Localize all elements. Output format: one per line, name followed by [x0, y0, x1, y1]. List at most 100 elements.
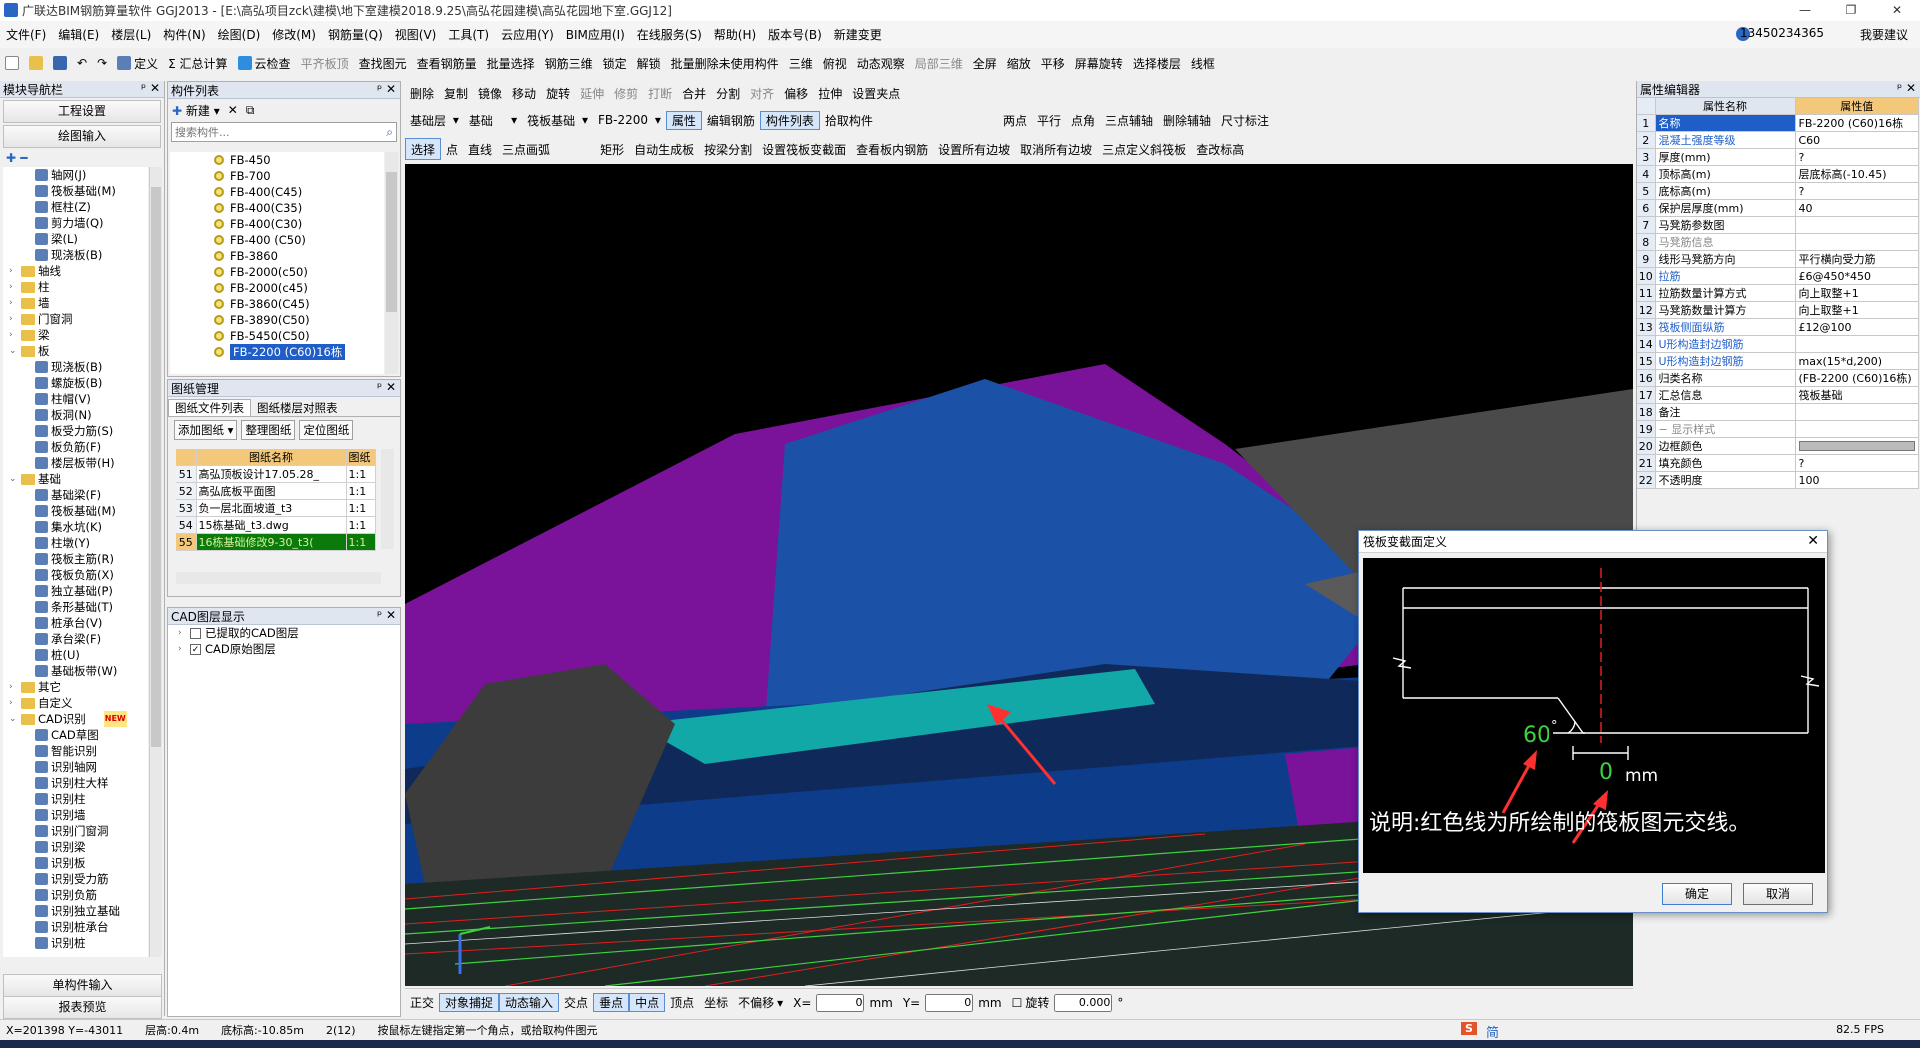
point-button[interactable]: 点 — [441, 141, 463, 158]
menu-bim[interactable]: BIM应用(I) — [560, 26, 631, 43]
ime-mode[interactable]: 简 — [1486, 1022, 1499, 1041]
nav-tree-item[interactable]: 板洞(N) — [3, 407, 148, 423]
offset-select[interactable]: 不偏移 ▾ — [733, 994, 788, 1011]
3d-view-button[interactable]: 三维 — [784, 55, 818, 72]
split-button[interactable]: 分割 — [711, 85, 745, 102]
component-list-item[interactable]: FB-2200 (C60)16栋 — [214, 344, 384, 360]
floor-select[interactable]: 基础层 ▾ — [405, 112, 464, 129]
expand-icon[interactable]: › — [9, 295, 18, 311]
nav-tree-item[interactable]: 板负筋(F) — [3, 439, 148, 455]
type-select[interactable]: 筏板基础 ▾ — [522, 112, 593, 129]
nav-tree-item[interactable]: 楼层板带(H) — [3, 455, 148, 471]
expand-icon[interactable]: › — [9, 695, 18, 711]
check-elevation-button[interactable]: 查改标高 — [1191, 141, 1249, 158]
extracted-cad-layer-item[interactable]: › 已提取的CAD图层 — [168, 625, 400, 641]
nav-tree-item[interactable]: 轴网(J) — [3, 167, 148, 183]
redo-icon[interactable]: ↷ — [92, 56, 112, 70]
property-row[interactable]: 2 混凝土强度等级 C60 — [1637, 131, 1919, 149]
property-value[interactable]: 平行横向受力筋 — [1795, 250, 1919, 268]
menu-rebar[interactable]: 钢筋量(Q) — [322, 26, 389, 43]
nav-tree-item[interactable]: 条形基础(T) — [3, 599, 148, 615]
dimension-button[interactable]: 尺寸标注 — [1216, 112, 1274, 129]
menu-new-change[interactable]: 新建变更 — [828, 26, 888, 43]
nav-tree-item[interactable]: 识别桩承台 — [3, 919, 148, 935]
pick-component-button[interactable]: 拾取构件 — [820, 112, 878, 129]
nav-tree-item[interactable]: › 自定义 — [3, 695, 148, 711]
component-list-item[interactable]: FB-400(C30) — [214, 216, 384, 232]
drawing-input-button[interactable]: 绘图输入 — [3, 125, 161, 148]
angle-input[interactable] — [1523, 723, 1549, 748]
copy-button[interactable]: 复制 — [439, 85, 473, 102]
pin-icon[interactable]: ᵖ ✕ — [377, 82, 396, 96]
nav-tree-item[interactable]: › 轴线 — [3, 263, 148, 279]
menu-version[interactable]: 版本号(B) — [762, 26, 828, 43]
property-row[interactable]: 4 顶标高(m) 层底标高(-10.45) — [1637, 165, 1919, 183]
expand-icon[interactable]: › — [9, 311, 18, 327]
nav-scrollbar[interactable] — [149, 167, 162, 957]
align-top-button[interactable]: 平齐板顶 — [296, 55, 354, 72]
property-value[interactable] — [1795, 420, 1919, 438]
property-value[interactable]: 筏板基础 — [1795, 386, 1919, 404]
expand-icon[interactable]: › — [9, 279, 18, 295]
unlock-button[interactable]: 解锁 — [632, 55, 666, 72]
set-all-slopes-button[interactable]: 设置所有边坡 — [933, 141, 1015, 158]
nav-tree-item[interactable]: ⌄ 板 — [3, 343, 148, 359]
nav-tree-item[interactable]: 独立基础(P) — [3, 583, 148, 599]
collapse-icon[interactable]: ⌄ — [9, 343, 18, 359]
nav-tree-item[interactable]: › 门窗洞 — [3, 311, 148, 327]
add-drawing-button[interactable]: 添加图纸 ▾ — [174, 419, 238, 440]
property-row[interactable]: 22 不透明度 100 — [1637, 471, 1919, 489]
offset-input[interactable] — [1599, 760, 1619, 785]
ortho-toggle[interactable]: 正交 — [405, 994, 439, 1011]
component-list-item[interactable]: FB-700 — [214, 168, 384, 184]
nav-tree-item[interactable]: 框柱(Z) — [3, 199, 148, 215]
delete-button[interactable]: 删除 — [405, 85, 439, 102]
component-scrollbar[interactable] — [385, 152, 398, 374]
wireframe-button[interactable]: 线框 — [1186, 55, 1220, 72]
move-button[interactable]: 移动 — [507, 85, 541, 102]
menu-component[interactable]: 构件(N) — [157, 26, 211, 43]
nav-tree-item[interactable]: ⌄ 基础 — [3, 471, 148, 487]
zoom-button[interactable]: 缩放 — [1002, 55, 1036, 72]
menu-cloud[interactable]: 云应用(Y) — [495, 26, 560, 43]
restore-button[interactable]: ❐ — [1828, 0, 1874, 21]
property-row[interactable]: 6 保护层厚度(mm) 40 — [1637, 199, 1919, 217]
table-row[interactable]: 55 16栋基础修改9-30_t3(1:1 — [176, 533, 376, 551]
col-drawing-name[interactable]: 图纸名称 — [196, 449, 347, 466]
component-list-button[interactable]: 构件列表 — [759, 110, 820, 130]
menu-modify[interactable]: 修改(M) — [266, 26, 322, 43]
expand-icon[interactable]: › — [9, 327, 18, 343]
expand-collapse-icon[interactable]: ✚ ━ — [0, 148, 164, 168]
collapse-icon[interactable]: ⌄ — [9, 471, 18, 487]
new-component-button[interactable]: ✚ 新建 ▾ — [172, 102, 220, 119]
component-list-item[interactable]: FB-400 (C50) — [214, 232, 384, 248]
nav-tree-item[interactable]: 剪力墙(Q) — [3, 215, 148, 231]
property-row[interactable]: 1 名称 FB-2200 (C60)16栋 — [1637, 114, 1919, 132]
perpendicular-snap[interactable]: 垂点 — [593, 993, 630, 1012]
property-row[interactable]: 15 U形构造封边钢筋 max(15*d,200) — [1637, 352, 1919, 370]
vertex-snap[interactable]: 顶点 — [665, 994, 699, 1011]
set-grip-button[interactable]: 设置夹点 — [847, 85, 905, 102]
three-point-axis-button[interactable]: 三点辅轴 — [1100, 112, 1158, 129]
nav-tree-item[interactable]: 桩(U) — [3, 647, 148, 663]
organize-drawings-button[interactable]: 整理图纸 — [241, 419, 296, 440]
close-window-button[interactable]: ✕ — [1874, 0, 1920, 21]
table-row[interactable]: 53 负一层北面坡道_t3 1:1 — [176, 499, 376, 517]
nav-tree-item[interactable]: 柱帽(V) — [3, 391, 148, 407]
view-slab-rebar-button[interactable]: 查看板内钢筋 — [851, 141, 933, 158]
project-settings-button[interactable]: 工程设置 — [3, 100, 161, 123]
property-value[interactable]: 向上取整+1 — [1795, 301, 1919, 319]
nav-tree-item[interactable]: 智能识别 — [3, 743, 148, 759]
local-3d-button[interactable]: 局部三维 — [910, 55, 968, 72]
property-row[interactable]: 11 拉筋数量计算方式 向上取整+1 — [1637, 284, 1919, 302]
col-drawing-scale[interactable]: 图纸 — [346, 449, 376, 466]
object-snap-toggle[interactable]: 对象捕捉 — [439, 993, 500, 1012]
drawing-scrollbar[interactable] — [381, 449, 394, 549]
nav-tree-item[interactable]: 桩承台(V) — [3, 615, 148, 631]
x-input[interactable] — [816, 993, 865, 1012]
property-row[interactable]: 7 马凳筋参数图 — [1637, 216, 1919, 234]
component-list-item[interactable]: FB-5450(C50) — [214, 328, 384, 344]
nav-tree-item[interactable]: 识别负筋 — [3, 887, 148, 903]
drawing-hscrollbar[interactable] — [176, 572, 381, 584]
nav-tree-item[interactable]: › 墙 — [3, 295, 148, 311]
